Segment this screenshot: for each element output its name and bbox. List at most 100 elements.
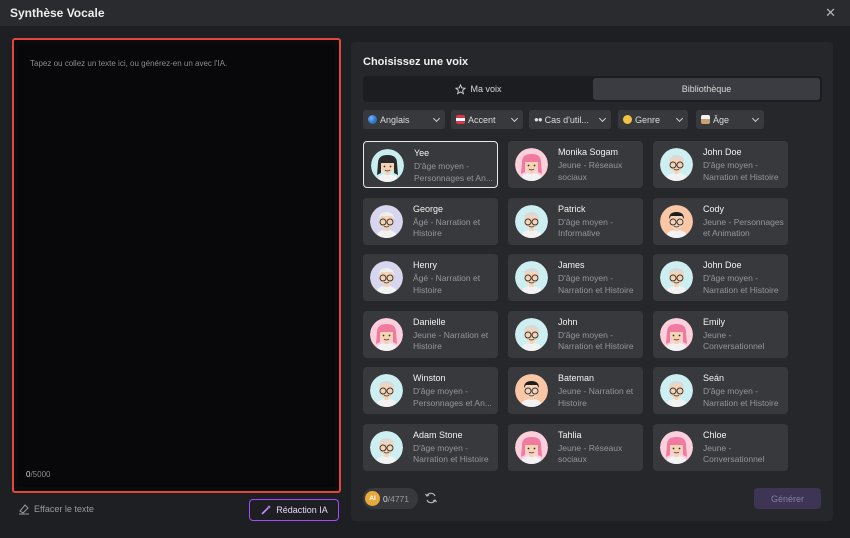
cake-icon	[701, 115, 710, 124]
avatar	[660, 204, 693, 238]
close-icon[interactable]: ✕	[825, 5, 836, 21]
filter-accent[interactable]: Accent	[451, 110, 523, 129]
voice-name: John	[558, 316, 578, 327]
filter-gender-label: Genre	[635, 114, 661, 125]
voice-name: Winston	[413, 373, 446, 383]
voice-card[interactable]: Emily Jeune - Conversationnel	[653, 310, 788, 358]
filter-age[interactable]: Âge	[696, 110, 764, 129]
avatar	[370, 430, 403, 464]
voice-description: D'âge moyen - Personnages et An...	[413, 386, 492, 408]
voice-card[interactable]: John Doe D'âge moyen - Narration et Histo…	[653, 254, 788, 301]
text-editor[interactable]: Tapez ou collez un texte ici, ou générez…	[12, 38, 341, 493]
voice-heading: Choisissez une voix	[363, 56, 469, 68]
flag-icon	[456, 115, 465, 124]
voice-card[interactable]: Winston D'âge moyen - Personnages et An..…	[363, 367, 498, 414]
voice-card[interactable]: John D'âge moyen - Narration et Histoire	[508, 310, 643, 358]
voice-description: D'âge moyen - Narration et Histoire	[703, 273, 779, 295]
avatar	[515, 430, 548, 464]
voice-tabs: Ma voix Bibliothèque	[363, 76, 822, 102]
avatar	[515, 204, 548, 238]
voice-description: D'âge moyen - Narration et Histoire	[413, 442, 489, 465]
voice-name: Seán	[703, 373, 725, 383]
chevron-down-icon	[751, 114, 760, 123]
voice-name: Bateman	[558, 373, 595, 383]
voice-card[interactable]: John Doe D'âge moyen - Narration et Histo…	[653, 141, 788, 188]
voice-card[interactable]: Henry Âgé - Narration et Histoire	[363, 254, 498, 301]
text-area[interactable]: Tapez ou collez un texte ici, ou générez…	[18, 44, 335, 487]
voice-name: Danielle	[413, 316, 446, 327]
clear-text-label: Effacer le texte	[34, 504, 94, 514]
avatar	[660, 261, 693, 294]
chevron-down-icon	[510, 114, 519, 123]
editor-placeholder: Tapez ou collez un texte ici, ou générez…	[30, 59, 228, 68]
avatar	[660, 148, 693, 181]
voice-description: Jeune - Narration et Histoire	[558, 386, 634, 408]
voice-card[interactable]: Bateman Jeune - Narration et Histoire	[508, 367, 643, 414]
chevron-down-icon	[598, 114, 607, 123]
voice-card[interactable]: Adam Stone D'âge moyen - Narration et His…	[363, 423, 498, 471]
voice-name: Yee	[414, 148, 430, 158]
tab-my-voice[interactable]: Ma voix	[365, 78, 592, 100]
voice-name: Henry	[413, 260, 438, 270]
voice-card[interactable]: James D'âge moyen - Narration et Histoire	[508, 254, 643, 301]
voice-card[interactable]: Yee D'âge moyen - Personnages et An...	[363, 141, 498, 188]
ai-coin-icon: AI	[365, 491, 380, 506]
avatar	[515, 374, 548, 407]
clear-text-button[interactable]: Effacer le texte	[18, 503, 94, 515]
eraser-icon	[19, 504, 29, 515]
voice-description: Jeune - Conversationnel	[703, 329, 765, 352]
voice-card[interactable]: Chloe Jeune - Conversationnel	[653, 423, 788, 471]
tab-library[interactable]: Bibliothèque	[593, 78, 820, 100]
avatar	[515, 148, 548, 181]
filter-gender[interactable]: Genre	[618, 110, 688, 129]
voice-card[interactable]: Danielle Jeune - Narration et Histoire	[363, 310, 498, 358]
voice-description: Jeune - Narration et Histoire	[413, 329, 489, 352]
voice-description: D'âge moyen - Narration et Histoire	[703, 160, 779, 182]
voice-description: Âgé - Narration et Histoire	[413, 216, 481, 239]
chevron-down-icon	[675, 114, 684, 123]
voice-description: Jeune - Personnages et Animation	[703, 216, 784, 239]
avatar	[660, 317, 693, 351]
filter-language[interactable]: Anglais	[363, 110, 445, 129]
voice-name: Patrick	[558, 203, 586, 214]
tab-my-voice-label: Ma voix	[470, 84, 502, 94]
voice-card[interactable]: Tahlia Jeune - Réseaux sociaux	[508, 423, 643, 471]
voice-name: John Doe	[703, 260, 742, 270]
voice-name: Tahlia	[558, 429, 582, 440]
voice-card[interactable]: Seán D'âge moyen - Narration et Histoire	[653, 367, 788, 414]
voice-description: Jeune - Réseaux sociaux	[558, 442, 623, 465]
credits-total: /4771	[387, 493, 410, 504]
refresh-icon[interactable]	[424, 491, 438, 505]
voice-name: John Doe	[703, 147, 742, 157]
voice-name: Cody	[703, 203, 725, 214]
voice-description: D'âge moyen - Narration et Histoire	[558, 273, 634, 295]
magic-wand-icon	[261, 505, 272, 515]
voice-description: D'âge moyen - Narration et Histoire	[558, 329, 634, 352]
window-title: Synthèse Vocale	[10, 6, 105, 20]
star-icon	[455, 83, 467, 95]
character-counter: 0/5000	[26, 470, 50, 479]
ai-writing-label: Rédaction IA	[276, 505, 328, 515]
credits-badge: AI 0/4771	[363, 488, 418, 509]
ai-writing-button[interactable]: Rédaction IA	[249, 499, 339, 521]
avatar	[660, 430, 693, 464]
voice-card[interactable]: George Âgé - Narration et Histoire	[363, 197, 498, 245]
avatar	[660, 374, 693, 407]
voice-panel: Choisissez une voix Ma voix Bibliothèque…	[351, 42, 833, 521]
voice-card[interactable]: Monika Sogam Jeune - Réseaux sociaux	[508, 141, 643, 188]
voice-name: Monika Sogam	[558, 147, 619, 157]
voice-description: Âgé - Narration et Histoire	[413, 273, 481, 295]
voice-name: George	[413, 203, 444, 214]
filter-use-case[interactable]: ●● Cas d'util...	[529, 110, 611, 129]
avatar	[370, 204, 403, 238]
avatar	[370, 317, 403, 351]
generate-button[interactable]: Générer	[754, 488, 821, 509]
filter-use-case-label: Cas d'util...	[544, 114, 589, 125]
voice-description: Jeune - Réseaux sociaux	[558, 160, 623, 182]
voice-name: Chloe	[703, 429, 727, 440]
voice-card[interactable]: Cody Jeune - Personnages et Animation	[653, 197, 788, 245]
voice-card[interactable]: Patrick D'âge moyen - Informative	[508, 197, 643, 245]
filter-language-label: Anglais	[380, 114, 410, 125]
eyes-icon: ●●	[534, 115, 543, 124]
title-bar: Synthèse Vocale ✕	[0, 0, 850, 26]
